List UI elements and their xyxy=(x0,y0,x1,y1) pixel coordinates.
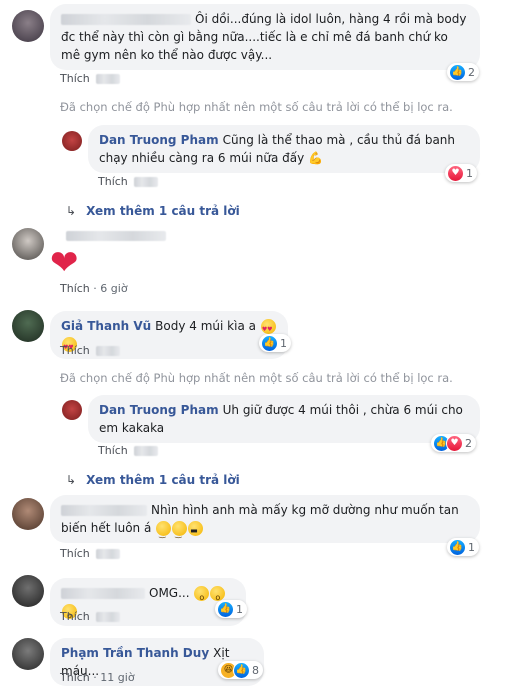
comment-bubble: Nhìn hình anh mà mấy kg mỡ dường như muố… xyxy=(50,495,480,543)
like-reaction-icon: 👍 xyxy=(217,600,234,618)
reaction-count[interactable]: 👍 1 xyxy=(215,600,247,618)
reply-arrow-icon: ↳ xyxy=(66,204,77,218)
blurred-timestamp xyxy=(133,177,158,187)
view-more-replies[interactable]: ↳ Xem thêm 1 câu trả lời xyxy=(66,473,240,487)
timestamp[interactable]: 11 giờ xyxy=(100,671,134,684)
blurred-timestamp xyxy=(95,346,120,356)
disappointed-emoji xyxy=(172,521,188,543)
avatar[interactable] xyxy=(12,575,44,607)
sunglasses-emoji xyxy=(188,521,204,540)
avatar[interactable] xyxy=(12,228,44,260)
pensive-emoji xyxy=(156,521,172,543)
like-link[interactable]: Thích xyxy=(60,282,90,295)
filter-notice: Đã chọn chế độ Phù hợp nhất nên một số c… xyxy=(60,371,453,385)
like-link[interactable]: Thích xyxy=(98,444,128,457)
reply-bubble: Dan Truong Pham Uh giữ được 4 múi thôi , … xyxy=(88,395,480,443)
blurred-author-name xyxy=(60,229,170,242)
avatar-reply[interactable] xyxy=(62,131,82,151)
reaction-count[interactable]: 👍 1 xyxy=(447,538,479,556)
blurred-author-name xyxy=(61,14,191,25)
reply-arrow-icon: ↳ xyxy=(66,473,77,487)
comment-author[interactable]: Phạm Trần Thanh Duy xyxy=(61,646,209,660)
reaction-count[interactable]: ♥ 1 xyxy=(445,164,477,182)
comment-actions: Thích xyxy=(60,547,124,560)
astonished-emoji xyxy=(210,586,226,607)
blurred-author-name xyxy=(61,588,145,599)
comment-actions: Thích xyxy=(60,72,124,85)
like-link[interactable]: Thích xyxy=(60,610,90,623)
like-link[interactable]: Thích xyxy=(60,344,90,357)
reaction-count[interactable]: 👍 1 xyxy=(259,334,291,352)
reply-author[interactable]: Dan Truong Pham xyxy=(99,133,219,147)
like-reaction-icon: 👍 xyxy=(449,538,466,556)
blurred-timestamp xyxy=(133,446,158,456)
avatar-reply[interactable] xyxy=(62,400,82,420)
astonished-emoji xyxy=(194,586,210,607)
reaction-count[interactable]: 😆 👍 8 xyxy=(218,661,263,679)
avatar[interactable] xyxy=(12,10,44,42)
like-link[interactable]: Thích xyxy=(60,671,90,684)
heart-eyes-emoji xyxy=(260,319,276,339)
reply-bubble: Dan Truong Pham Cũng là thể thao mà , cầu… xyxy=(88,125,480,173)
heart-emoji: ❤ xyxy=(50,243,79,283)
reply-author[interactable]: Dan Truong Pham xyxy=(99,403,219,417)
avatar[interactable] xyxy=(12,638,44,670)
comment-text: Body 4 múi kìa a xyxy=(155,319,256,333)
comment-author[interactable]: Giả Thanh Vũ xyxy=(61,319,151,333)
reaction-count[interactable]: 👍 ♥ 2 xyxy=(431,434,476,452)
like-reaction-icon: 👍 xyxy=(233,661,250,679)
like-reaction-icon: 👍 xyxy=(261,334,278,352)
blurred-timestamp xyxy=(95,612,120,622)
love-reaction-icon: ♥ xyxy=(447,164,464,182)
comment-actions: Thích · 6 giờ xyxy=(60,282,128,295)
love-reaction-icon: ♥ xyxy=(446,434,463,452)
comment-actions: Thích · 11 giờ xyxy=(60,671,135,684)
view-more-replies[interactable]: ↳ Xem thêm 1 câu trả lời xyxy=(66,204,240,218)
like-link[interactable]: Thích xyxy=(60,72,90,85)
like-reaction-icon: 👍 xyxy=(449,63,466,81)
comment-bubble: Ôi dồi...đúng là idol luôn, hàng 4 rồi m… xyxy=(50,4,480,70)
blurred-author-name xyxy=(61,505,147,516)
reaction-count[interactable]: 👍 2 xyxy=(447,63,479,81)
comment-actions: Thích xyxy=(60,610,124,623)
like-link[interactable]: Thích xyxy=(98,175,128,188)
avatar[interactable] xyxy=(12,310,44,342)
comment-text: OMG... xyxy=(149,586,190,600)
like-link[interactable]: Thích xyxy=(60,547,90,560)
blurred-timestamp xyxy=(95,549,120,559)
timestamp[interactable]: 6 giờ xyxy=(100,282,127,295)
reply-actions: Thích xyxy=(98,175,162,188)
blurred-timestamp xyxy=(95,74,120,84)
comment-actions: Thích xyxy=(60,344,124,357)
reply-actions: Thích xyxy=(98,444,162,457)
avatar[interactable] xyxy=(12,498,44,530)
filter-notice: Đã chọn chế độ Phù hợp nhất nên một số c… xyxy=(60,100,453,114)
